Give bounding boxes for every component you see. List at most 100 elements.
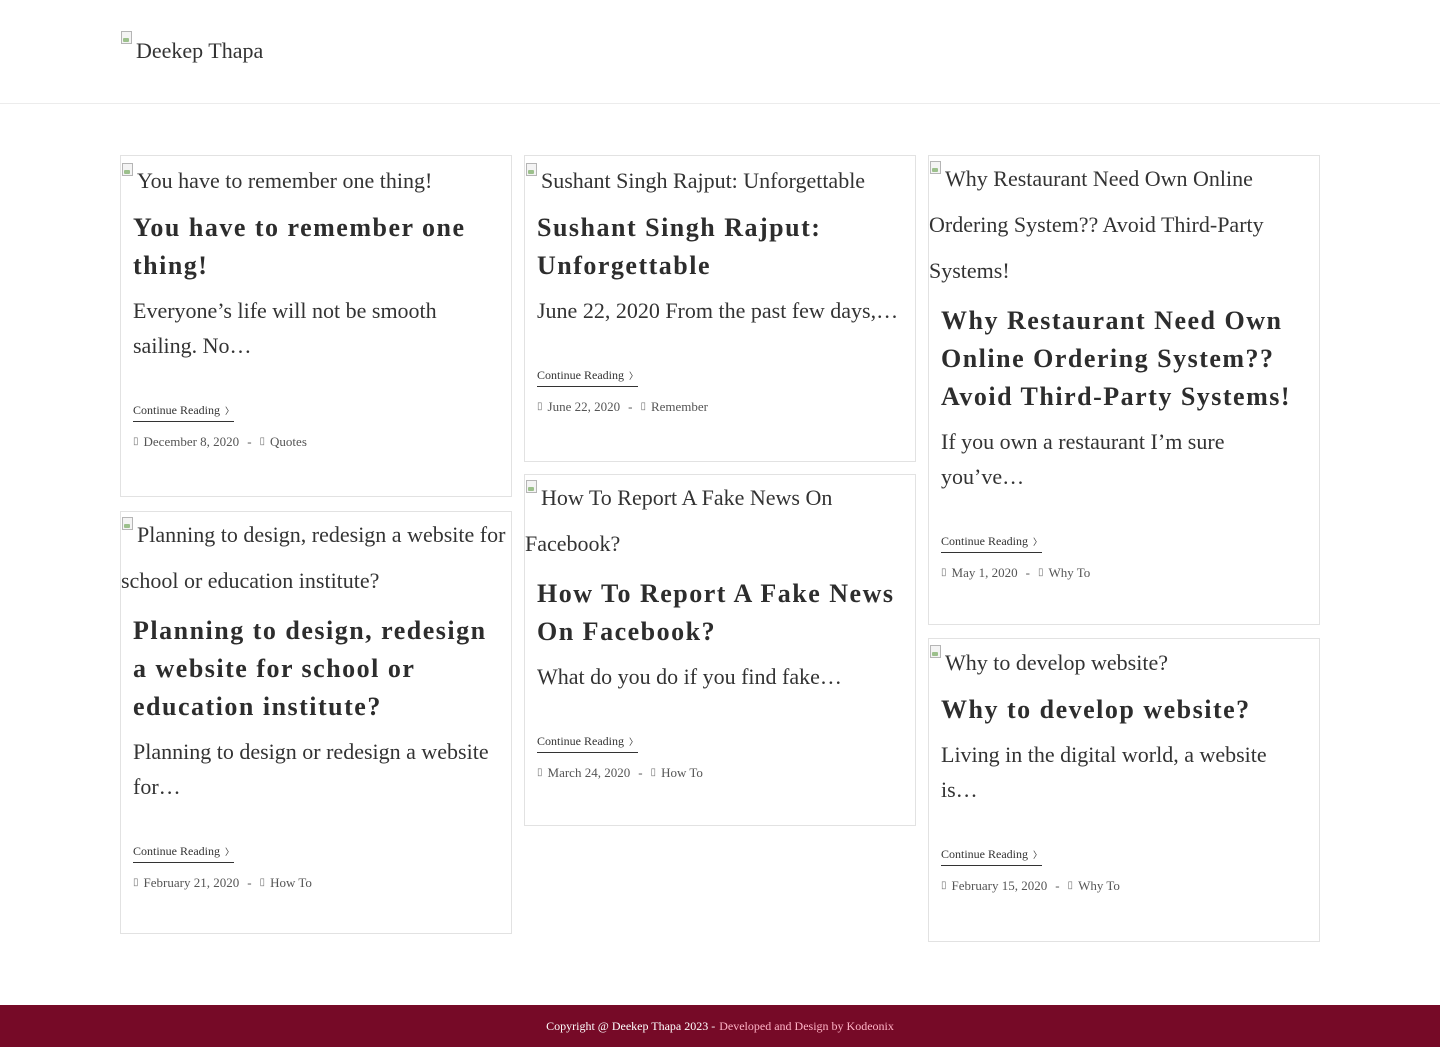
site-footer: Copyright @ Deekep Thapa 2023 - Develope… xyxy=(0,1005,1440,1047)
post-title-text[interactable]: Why to develop website? xyxy=(941,695,1251,724)
post-thumbnail-alt: Why to develop website? xyxy=(945,650,1168,675)
calendar-icon: ▯ xyxy=(941,880,947,891)
post-thumbnail[interactable]: Sushant Singh Rajput: Unforgettable xyxy=(525,156,915,204)
continue-reading-label: Continue Reading xyxy=(537,368,624,382)
continue-reading-button[interactable]: Continue Reading 〉 xyxy=(941,534,1043,553)
continue-reading-label: Continue Reading xyxy=(133,403,220,417)
post-date[interactable]: June 22, 2020 xyxy=(548,399,621,415)
post-card: How To Report A Fake News On Facebook? H… xyxy=(524,474,916,826)
post-body: How To Report A Fake News On Facebook? W… xyxy=(525,575,915,781)
broken-image-icon xyxy=(121,516,135,532)
post-category[interactable]: Why To xyxy=(1078,878,1120,894)
post-category[interactable]: How To xyxy=(270,875,312,891)
post-title-text[interactable]: You have to remember one thing! xyxy=(133,213,466,280)
post-category[interactable]: How To xyxy=(661,765,703,781)
post-date[interactable]: December 8, 2020 xyxy=(144,434,240,450)
post-excerpt: If you own a restaurant I’m sure you’ve… xyxy=(941,429,1225,489)
meta-separator: - xyxy=(628,399,633,414)
continue-reading-button[interactable]: Continue Reading 〉 xyxy=(537,368,639,387)
post-meta: ▯ February 21, 2020 - ▯ How To xyxy=(133,875,499,891)
post-thumbnail-alt: How To Report A Fake News On Facebook? xyxy=(525,485,833,556)
continue-reading-button[interactable]: Continue Reading 〉 xyxy=(537,734,639,753)
chevron-right-icon: 〉 xyxy=(629,371,639,381)
post-card: Sushant Singh Rajput: Unforgettable Sush… xyxy=(524,155,916,462)
post-thumbnail-alt: Planning to design, redesign a website f… xyxy=(121,522,506,593)
continue-reading-label: Continue Reading xyxy=(941,847,1028,861)
calendar-icon: ▯ xyxy=(537,401,543,412)
site-logo-alt-text: Deekep Thapa xyxy=(136,38,264,63)
post-body: Planning to design, redesign a website f… xyxy=(121,612,511,891)
continue-reading-label: Continue Reading xyxy=(133,844,220,858)
chevron-right-icon: 〉 xyxy=(1033,537,1043,547)
post-thumbnail[interactable]: Why Restaurant Need Own Online Ordering … xyxy=(929,156,1319,294)
chevron-right-icon: 〉 xyxy=(225,406,235,416)
post-body: Sushant Singh Rajput: Unforgettable June… xyxy=(525,209,915,415)
broken-image-icon xyxy=(525,479,539,495)
post-category[interactable]: Quotes xyxy=(270,434,307,450)
post-thumbnail[interactable]: You have to remember one thing! xyxy=(121,156,511,204)
post-date[interactable]: May 1, 2020 xyxy=(952,565,1018,581)
folder-icon: ▯ xyxy=(650,767,657,778)
footer-credit-link[interactable]: Developed and Design by Kodeonix xyxy=(719,1019,894,1034)
meta-separator: - xyxy=(247,875,252,890)
post-meta: ▯ June 22, 2020 - ▯ Remember xyxy=(537,399,903,415)
calendar-icon: ▯ xyxy=(133,877,139,888)
calendar-icon: ▯ xyxy=(537,767,543,778)
post-body: Why Restaurant Need Own Online Ordering … xyxy=(929,302,1319,581)
post-title[interactable]: Why to develop website? xyxy=(941,691,1307,729)
post-category[interactable]: Why To xyxy=(1048,565,1090,581)
post-thumbnail[interactable]: How To Report A Fake News On Facebook? xyxy=(525,475,915,567)
post-excerpt: Everyone’s life will not be smooth saili… xyxy=(133,298,437,358)
post-thumbnail-alt: Why Restaurant Need Own Online Ordering … xyxy=(929,166,1264,283)
broken-image-icon xyxy=(929,644,943,660)
chevron-right-icon: 〉 xyxy=(629,737,639,747)
post-date[interactable]: March 24, 2020 xyxy=(548,765,631,781)
post-title[interactable]: Planning to design, redesign a website f… xyxy=(133,612,499,726)
post-card: You have to remember one thing! You have… xyxy=(120,155,512,497)
post-excerpt: Planning to design or redesign a website… xyxy=(133,739,489,799)
post-title-text[interactable]: Why Restaurant Need Own Online Ordering … xyxy=(941,306,1291,411)
post-excerpt: June 22, 2020 From the past few days,… xyxy=(537,298,899,323)
chevron-right-icon: 〉 xyxy=(225,847,235,857)
post-title-text[interactable]: Sushant Singh Rajput: Unforgettable xyxy=(537,213,821,280)
post-meta: ▯ March 24, 2020 - ▯ How To xyxy=(537,765,903,781)
post-meta: ▯ December 8, 2020 - ▯ Quotes xyxy=(133,434,499,450)
post-meta: ▯ February 15, 2020 - ▯ Why To xyxy=(941,878,1307,894)
continue-reading-button[interactable]: Continue Reading 〉 xyxy=(133,844,235,863)
post-title-text[interactable]: Planning to design, redesign a website f… xyxy=(133,616,487,721)
broken-image-icon xyxy=(525,162,539,178)
post-thumbnail-alt: You have to remember one thing! xyxy=(137,168,433,193)
post-excerpt: What do you do if you find fake… xyxy=(537,664,842,689)
site-header: Deekep Thapa xyxy=(0,0,1440,104)
post-date[interactable]: February 21, 2020 xyxy=(144,875,240,891)
post-thumbnail[interactable]: Why to develop website? xyxy=(929,639,1319,686)
calendar-icon: ▯ xyxy=(133,436,139,447)
meta-separator: - xyxy=(1025,565,1030,580)
post-category[interactable]: Remember xyxy=(651,399,708,415)
folder-icon: ▯ xyxy=(259,436,266,447)
continue-reading-label: Continue Reading xyxy=(941,534,1028,548)
broken-image-icon xyxy=(121,162,135,178)
meta-separator: - xyxy=(1055,878,1060,893)
post-date[interactable]: February 15, 2020 xyxy=(952,878,1048,894)
meta-separator: - xyxy=(247,434,252,449)
broken-image-icon xyxy=(120,30,134,46)
post-title-text[interactable]: How To Report A Fake News On Facebook? xyxy=(537,579,894,646)
calendar-icon: ▯ xyxy=(941,567,947,578)
site-logo[interactable]: Deekep Thapa xyxy=(120,30,263,62)
post-thumbnail-alt: Sushant Singh Rajput: Unforgettable xyxy=(541,168,866,193)
continue-reading-label: Continue Reading xyxy=(537,734,624,748)
post-thumbnail[interactable]: Planning to design, redesign a website f… xyxy=(121,512,511,604)
continue-reading-button[interactable]: Continue Reading 〉 xyxy=(941,847,1043,866)
post-excerpt: Living in the digital world, a website i… xyxy=(941,742,1267,802)
continue-reading-button[interactable]: Continue Reading 〉 xyxy=(133,403,235,422)
post-title[interactable]: You have to remember one thing! xyxy=(133,209,499,285)
post-title[interactable]: How To Report A Fake News On Facebook? xyxy=(537,575,903,651)
broken-image-icon xyxy=(929,160,943,176)
post-title[interactable]: Why Restaurant Need Own Online Ordering … xyxy=(941,302,1307,416)
post-body: Why to develop website? Living in the di… xyxy=(929,691,1319,894)
post-meta: ▯ May 1, 2020 - ▯ Why To xyxy=(941,565,1307,581)
folder-icon: ▯ xyxy=(640,401,646,412)
post-title[interactable]: Sushant Singh Rajput: Unforgettable xyxy=(537,209,903,285)
folder-icon: ▯ xyxy=(259,877,266,888)
